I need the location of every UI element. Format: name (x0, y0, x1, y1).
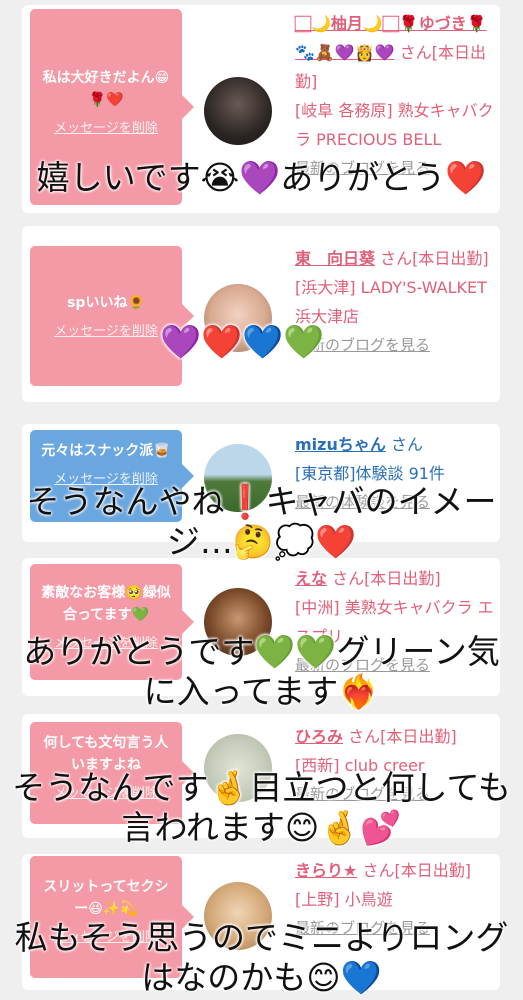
message-bubble: spいいね🌻 メッセージを削除 (30, 246, 194, 386)
profile-name-link[interactable]: えな (295, 569, 327, 588)
avatar[interactable] (204, 77, 272, 145)
message-text: スリットってセクシー😆✨💫 (43, 879, 169, 917)
profile-name-link[interactable]: mizuちゃん (295, 435, 386, 454)
profile-info: 🏻🌙柚月🌙🏻🌹ゆづき🌹🐾🧸💜👸💜 さん[本日出勤] [岐阜 各務原] 熟女キャバ… (295, 9, 495, 183)
profile-name-link[interactable]: きらり★ (295, 861, 357, 880)
message-text: spいいね🌻 (67, 295, 145, 311)
overlay-caption: 💜❤️💙💚 (160, 322, 325, 361)
profile-location: [浜大津] LADY'S-WALKET 浜大津店 (295, 278, 487, 326)
profile-status: さん[本日出勤] (348, 727, 457, 746)
message-text: 元々はスナック派🥃 (41, 443, 171, 459)
message-text: 私は大好きだよん😁🌹❤️ (42, 70, 170, 108)
overlay-caption: ありがとうです💚💚グリーン気に入ってます❤️‍🔥 (23, 632, 500, 711)
overlay-caption: 嬉しいです😭💜ありがとう❤️ (36, 158, 487, 197)
profile-location: [東京都]体験談 91件 (295, 464, 445, 483)
overlay-caption: そうなんです🤞目立つと何しても言われます😊🤞💕 (12, 768, 511, 847)
profile-status: さん (390, 435, 423, 454)
profile-name-link[interactable]: 東 向日葵 (295, 249, 375, 268)
overlay-caption: そうなんやね❗️キャバのイメージ…🤔💭❤️ (26, 482, 497, 561)
profile-status: さん[本日出勤] (362, 861, 471, 880)
profile-name-link[interactable]: ひろみ (295, 727, 343, 746)
message-text: 素敵なお客様🥺緑似合ってます💚 (41, 585, 171, 623)
profile-status: さん[本日出勤] (380, 249, 489, 268)
delete-message-link[interactable]: メッセージを削除 (30, 117, 182, 136)
profile-status: さん[本日出勤] (332, 569, 441, 588)
profile-location: [岐阜 各務原] 熟女キャバクラ PRECIOUS BELL (295, 101, 494, 149)
profile-location: [上野] 小鳥遊 (295, 890, 393, 909)
overlay-caption: 私もそう思うのでミニよりロングはなのかも😊💙 (14, 918, 509, 997)
message-card: spいいね🌻 メッセージを削除 東 向日葵 さん[本日出勤] [浜大津] LAD… (22, 226, 500, 402)
